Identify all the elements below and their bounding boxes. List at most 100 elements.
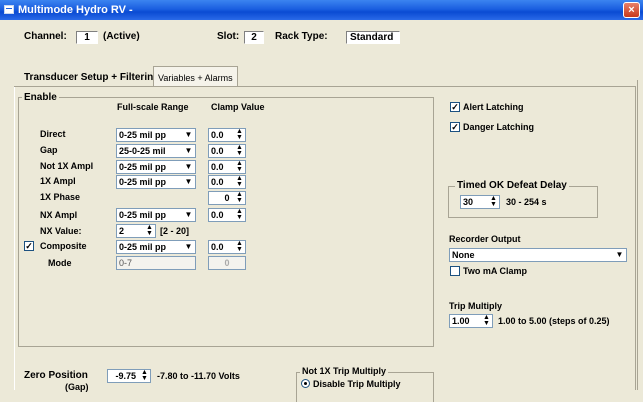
trip-multiply-value: 1.00 xyxy=(452,316,470,326)
app-icon xyxy=(4,5,14,14)
slot-value: 2 xyxy=(244,31,264,44)
1x-phase-clamp-spinner[interactable]: 0 ▲ ▼ xyxy=(208,191,246,205)
1x-ampl-range-select[interactable]: 0-25 mil pp ▼ xyxy=(116,175,196,189)
1x-ampl-clamp-value: 0.0 xyxy=(211,177,224,187)
trip-multiply-title: Trip Multiply xyxy=(449,301,502,311)
chevron-down-icon[interactable]: ▼ xyxy=(182,209,195,221)
spin-arrows-icon[interactable]: ▲ ▼ xyxy=(234,128,245,141)
composite-checkbox[interactable]: ✓ xyxy=(24,241,34,251)
1x-phase-clamp-value: 0 xyxy=(224,193,230,203)
composite-range-select[interactable]: 0-25 mil pp ▼ xyxy=(116,240,196,254)
channel-status: (Active) xyxy=(103,31,140,42)
fullscale-range-header: Full-scale Range xyxy=(117,102,189,112)
nx-value-spinner[interactable]: 2 ▲ ▼ xyxy=(116,224,156,238)
1x-ampl-clamp-spinner[interactable]: 0.0 ▲ ▼ xyxy=(208,175,246,189)
zero-position-sublabel: (Gap) xyxy=(65,382,89,392)
chevron-down-icon[interactable]: ▼ xyxy=(182,241,195,253)
not1x-ampl-clamp-spinner[interactable]: 0.0 ▲ ▼ xyxy=(208,160,246,174)
zero-position-label: Zero Position xyxy=(24,370,88,381)
mode-select: 0-7 xyxy=(116,256,196,270)
trip-multiply-range: 1.00 to 5.00 (steps of 0.25) xyxy=(498,316,610,326)
nx-ampl-range-value: 0-25 mil pp xyxy=(119,210,167,220)
spin-arrows-icon[interactable]: ▲ ▼ xyxy=(139,369,150,382)
not1x-ampl-range-value: 0-25 mil pp xyxy=(119,162,167,172)
mode-label: Mode xyxy=(48,258,72,268)
gap-clamp-value: 0.0 xyxy=(211,146,224,156)
1x-phase-label: 1X Phase xyxy=(40,192,81,202)
not1x-ampl-clamp-value: 0.0 xyxy=(211,162,224,172)
rack-type-label: Rack Type: xyxy=(275,31,328,42)
trip-multiply-spinner[interactable]: 1.00 ▲ ▼ xyxy=(449,314,493,328)
timed-ok-spinner[interactable]: 30 ▲ ▼ xyxy=(460,195,500,209)
channel-label: Channel: xyxy=(24,31,67,42)
direct-clamp-spinner[interactable]: 0.0 ▲ ▼ xyxy=(208,128,246,142)
nx-value: 2 xyxy=(119,226,125,236)
mode-clamp-value: 0 xyxy=(224,258,230,268)
not1x-ampl-range-select[interactable]: 0-25 mil pp ▼ xyxy=(116,160,196,174)
spin-arrows-icon[interactable]: ▲ ▼ xyxy=(144,224,155,237)
nx-ampl-clamp-spinner[interactable]: 0.0 ▲ ▼ xyxy=(208,208,246,222)
timed-ok-value: 30 xyxy=(463,197,474,207)
gap-range-value: 25-0-25 mil xyxy=(119,146,166,156)
nx-ampl-range-select[interactable]: 0-25 mil pp ▼ xyxy=(116,208,196,222)
alert-latching-checkbox[interactable]: ✓ xyxy=(450,102,460,112)
gap-label: Gap xyxy=(40,145,58,155)
nx-value-label: NX Value: xyxy=(40,226,82,236)
chevron-down-icon[interactable]: ▼ xyxy=(182,145,195,157)
alert-latching-label: Alert Latching xyxy=(463,102,524,112)
mode-clamp-spinner: 0 xyxy=(208,256,246,270)
slot-label: Slot: xyxy=(217,31,240,42)
spin-arrows-icon[interactable]: ▲ ▼ xyxy=(481,314,492,327)
title-bar: Multimode Hydro RV - × xyxy=(0,0,643,20)
enable-group-title: Enable xyxy=(22,92,59,103)
1x-ampl-range-value: 0-25 mil pp xyxy=(119,177,167,187)
chevron-down-icon[interactable]: ▼ xyxy=(182,129,195,141)
chevron-down-icon[interactable]: ▼ xyxy=(182,161,195,173)
chevron-down-icon[interactable]: ▼ xyxy=(613,249,626,261)
recorder-output-select[interactable]: None ▼ xyxy=(449,248,627,262)
mode-value: 0-7 xyxy=(119,258,133,268)
not1x-ampl-label: Not 1X Ampl xyxy=(40,161,94,171)
composite-clamp-value: 0.0 xyxy=(211,242,224,252)
two-ma-clamp-checkbox[interactable] xyxy=(450,266,460,276)
gap-range-select[interactable]: 25-0-25 mil ▼ xyxy=(116,144,196,158)
danger-latching-label: Danger Latching xyxy=(463,122,535,132)
two-ma-clamp-label: Two mA Clamp xyxy=(463,266,528,276)
zero-position-value: -9.75 xyxy=(115,371,136,381)
spin-arrows-icon[interactable]: ▲ ▼ xyxy=(234,191,245,204)
direct-range-select[interactable]: 0-25 mil pp ▼ xyxy=(116,128,196,142)
rack-type-value: Standard xyxy=(346,31,400,44)
channel-value: 1 xyxy=(76,31,98,44)
nx-value-range: [2 - 20] xyxy=(160,226,190,236)
composite-label: Composite xyxy=(40,241,87,251)
clamp-value-header: Clamp Value xyxy=(211,102,265,112)
direct-clamp-value: 0.0 xyxy=(211,130,224,140)
spin-arrows-icon[interactable]: ▲ ▼ xyxy=(234,144,245,157)
tab-transducer-setup[interactable]: Transducer Setup + Filtering xyxy=(20,66,164,86)
timed-ok-range: 30 - 254 s xyxy=(506,197,547,207)
spin-arrows-icon[interactable]: ▲ ▼ xyxy=(234,175,245,188)
spin-arrows-icon[interactable]: ▲ ▼ xyxy=(234,208,245,221)
timed-ok-title: Timed OK Defeat Delay xyxy=(455,180,569,191)
danger-latching-checkbox[interactable]: ✓ xyxy=(450,122,460,132)
disable-trip-multiply-radio[interactable] xyxy=(301,379,310,388)
zero-position-spinner[interactable]: -9.75 ▲ ▼ xyxy=(107,369,151,383)
direct-range-value: 0-25 mil pp xyxy=(119,130,167,140)
not1x-trip-title: Not 1X Trip Multiply xyxy=(300,366,389,376)
1x-ampl-label: 1X Ampl xyxy=(40,176,76,186)
spin-arrows-icon[interactable]: ▲ ▼ xyxy=(488,195,499,208)
gap-clamp-spinner[interactable]: 0.0 ▲ ▼ xyxy=(208,144,246,158)
nx-ampl-label: NX Ampl xyxy=(40,210,78,220)
nx-ampl-clamp-value: 0.0 xyxy=(211,210,224,220)
recorder-output-value: None xyxy=(452,250,475,260)
close-button[interactable]: × xyxy=(623,2,640,18)
recorder-output-title: Recorder Output xyxy=(449,234,521,244)
chevron-down-icon[interactable]: ▼ xyxy=(182,176,195,188)
composite-clamp-spinner[interactable]: 0.0 ▲ ▼ xyxy=(208,240,246,254)
spin-arrows-icon[interactable]: ▲ ▼ xyxy=(234,240,245,253)
tab-variables-alarms[interactable]: Variables + Alarms xyxy=(153,66,238,86)
direct-label: Direct xyxy=(40,129,66,139)
spin-arrows-icon[interactable]: ▲ ▼ xyxy=(234,160,245,173)
zero-position-range: -7.80 to -11.70 Volts xyxy=(157,371,240,381)
disable-trip-multiply-label: Disable Trip Multiply xyxy=(313,379,401,389)
